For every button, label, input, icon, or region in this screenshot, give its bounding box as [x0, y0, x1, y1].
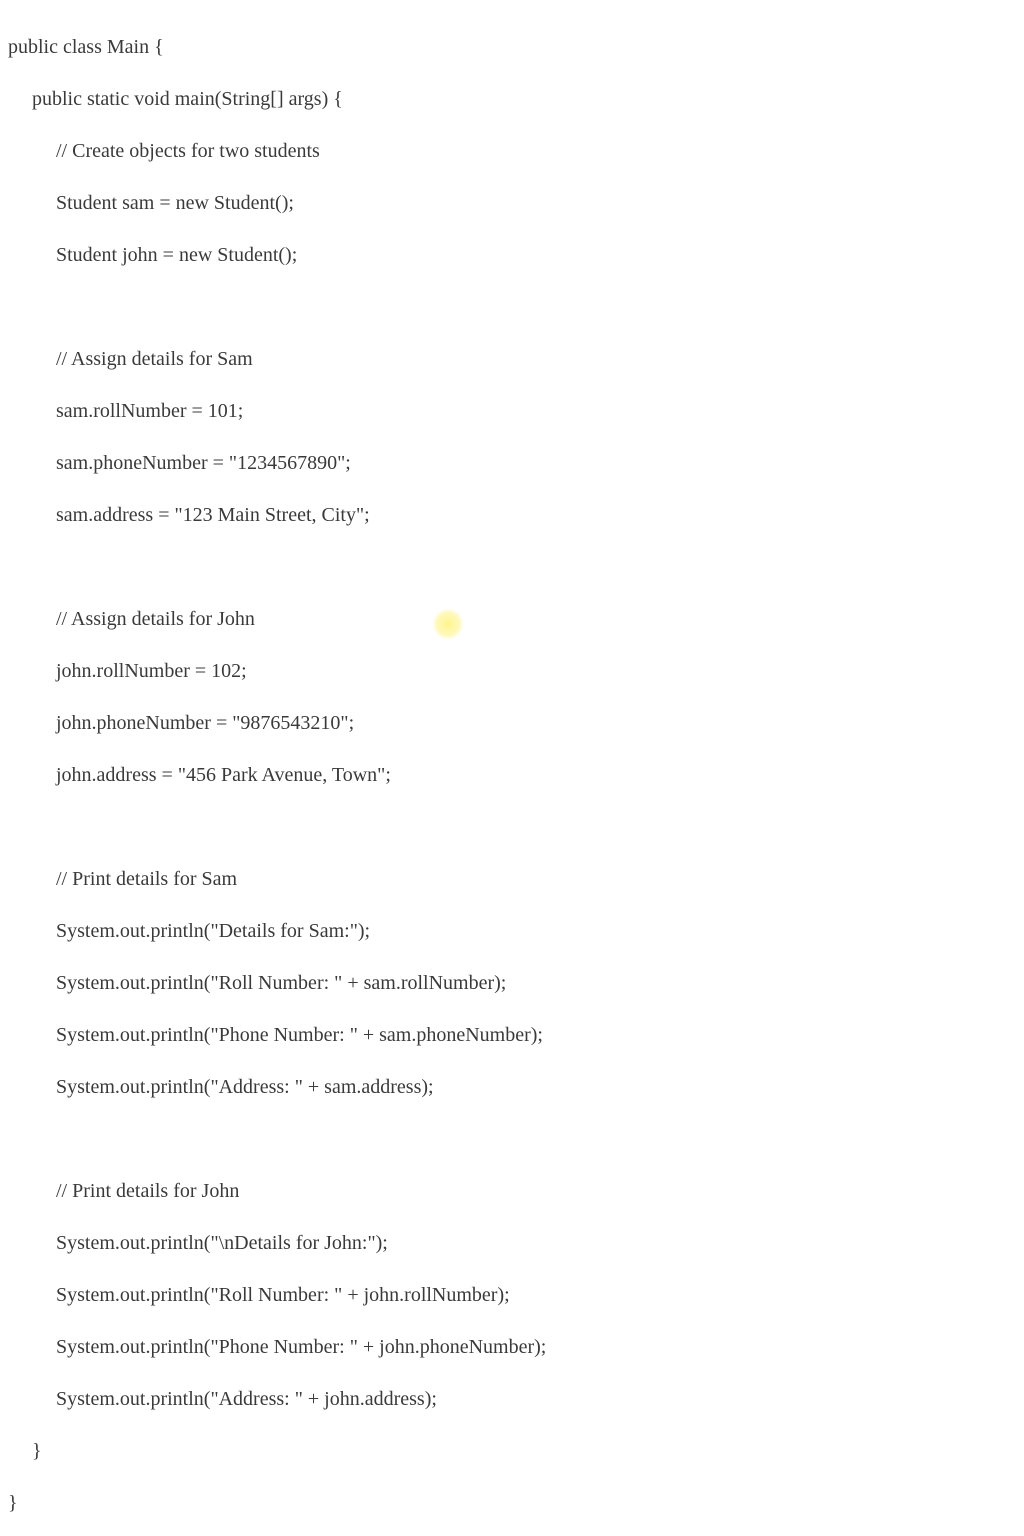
code-comment: // Create objects for two students: [8, 138, 1016, 164]
blank-line: [8, 814, 1016, 840]
code-line: Student john = new Student();: [8, 242, 1016, 268]
code-comment: // Print details for John: [8, 1178, 1016, 1204]
code-line: System.out.println("Roll Number: " + sam…: [8, 970, 1016, 996]
code-comment: // Assign details for John: [8, 606, 1016, 632]
code-line: System.out.println("Roll Number: " + joh…: [8, 1282, 1016, 1308]
code-line: System.out.println("Details for Sam:");: [8, 918, 1016, 944]
code-line: public class Main {: [8, 34, 1016, 60]
code-line: }: [8, 1438, 1016, 1464]
code-line: System.out.println("Phone Number: " + jo…: [8, 1334, 1016, 1360]
code-line: System.out.println("Address: " + sam.add…: [8, 1074, 1016, 1100]
code-comment: // Print details for Sam: [8, 866, 1016, 892]
blank-line: [8, 554, 1016, 580]
code-line: Student sam = new Student();: [8, 190, 1016, 216]
code-line: john.phoneNumber = "9876543210";: [8, 710, 1016, 736]
blank-line: [8, 294, 1016, 320]
code-comment: // Assign details for Sam: [8, 346, 1016, 372]
code-line: public static void main(String[] args) {: [8, 86, 1016, 112]
code-line: sam.rollNumber = 101;: [8, 398, 1016, 424]
code-line: System.out.println("Address: " + john.ad…: [8, 1386, 1016, 1412]
code-line: sam.phoneNumber = "1234567890";: [8, 450, 1016, 476]
blank-line: [8, 1126, 1016, 1152]
code-line: System.out.println("Phone Number: " + sa…: [8, 1022, 1016, 1048]
code-line: }: [8, 1490, 1016, 1516]
code-line: john.address = "456 Park Avenue, Town";: [8, 762, 1016, 788]
code-line: System.out.println("\nDetails for John:"…: [8, 1230, 1016, 1256]
code-line: sam.address = "123 Main Street, City";: [8, 502, 1016, 528]
code-line: john.rollNumber = 102;: [8, 658, 1016, 684]
code-block: public class Main { public static void m…: [8, 8, 1016, 1536]
